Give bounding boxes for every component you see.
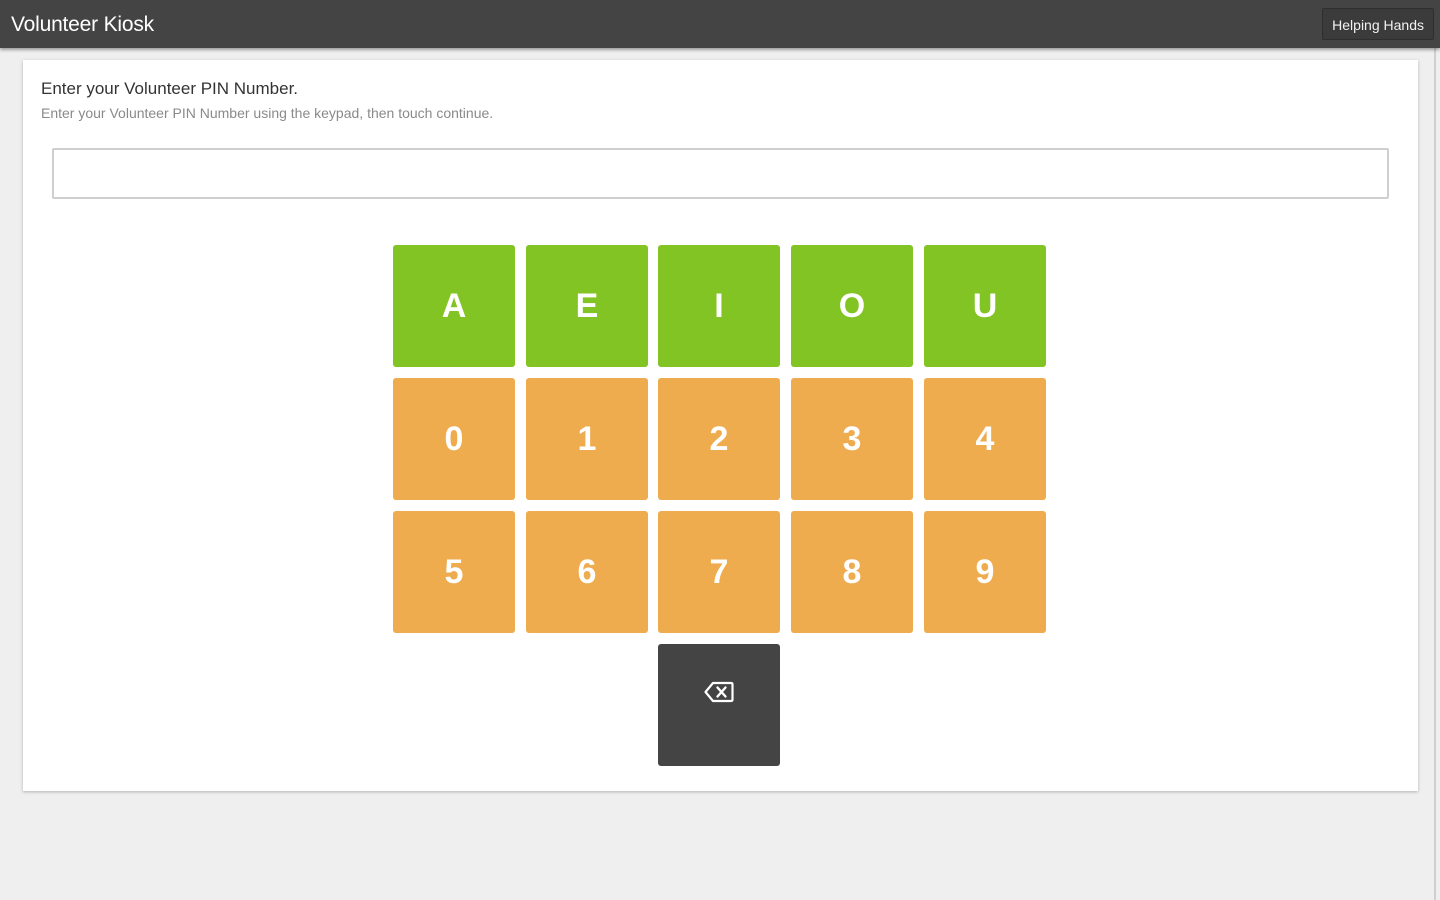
app-title: Volunteer Kiosk bbox=[11, 13, 154, 36]
prompt-subtitle: Enter your Volunteer PIN Number using th… bbox=[41, 105, 494, 121]
key-6[interactable]: 6 bbox=[526, 511, 648, 633]
top-app-bar: Volunteer Kiosk Helping Hands bbox=[0, 0, 1440, 48]
key-a[interactable]: A bbox=[393, 245, 515, 367]
backspace-icon bbox=[704, 681, 734, 703]
scroll-edge bbox=[1434, 48, 1436, 900]
pin-input[interactable] bbox=[52, 148, 1389, 199]
key-7[interactable]: 7 bbox=[658, 511, 780, 633]
prompt-title: Enter your Volunteer PIN Number. bbox=[41, 79, 299, 98]
pin-entry-card: Enter your Volunteer PIN Number. Enter y… bbox=[23, 60, 1418, 791]
key-9[interactable]: 9 bbox=[924, 511, 1046, 633]
key-o[interactable]: O bbox=[791, 245, 913, 367]
key-3[interactable]: 3 bbox=[791, 378, 913, 500]
organization-button[interactable]: Helping Hands bbox=[1322, 8, 1434, 40]
key-u[interactable]: U bbox=[924, 245, 1046, 367]
key-0[interactable]: 0 bbox=[393, 378, 515, 500]
key-5[interactable]: 5 bbox=[393, 511, 515, 633]
key-4[interactable]: 4 bbox=[924, 378, 1046, 500]
key-2[interactable]: 2 bbox=[658, 378, 780, 500]
key-8[interactable]: 8 bbox=[791, 511, 913, 633]
backspace-button[interactable] bbox=[658, 644, 780, 766]
key-1[interactable]: 1 bbox=[526, 378, 648, 500]
key-i[interactable]: I bbox=[658, 245, 780, 367]
key-e[interactable]: E bbox=[526, 245, 648, 367]
